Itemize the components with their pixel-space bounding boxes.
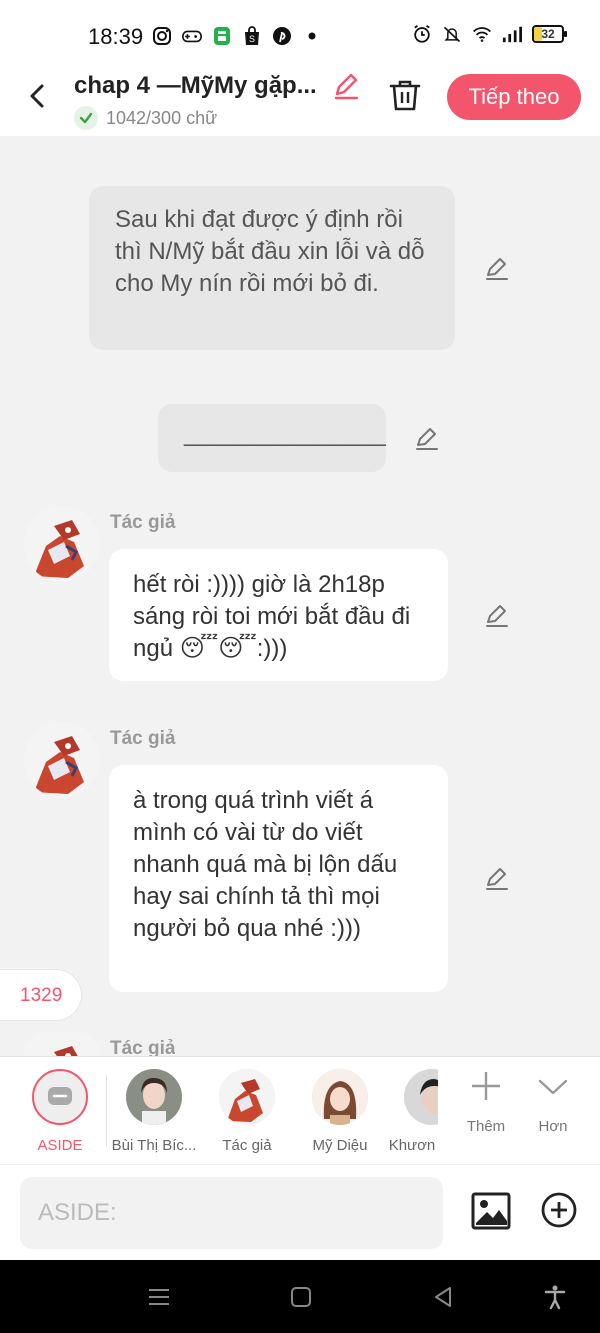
divider — [106, 1075, 107, 1147]
character-label: Bùi Thị Bíc... — [111, 1137, 197, 1154]
delete-button[interactable] — [388, 78, 422, 112]
edit-title-button[interactable] — [332, 72, 360, 100]
author-name: Tác giả — [110, 1038, 176, 1056]
author-avatar[interactable] — [24, 506, 100, 582]
next-button[interactable]: Tiếp theo — [447, 74, 581, 120]
status-bar: 18:39 S 32 — [0, 0, 600, 70]
chat-bubble-icon — [48, 1087, 72, 1105]
character-avatar — [219, 1069, 275, 1125]
aside-avatar — [32, 1069, 88, 1125]
narration-bubble[interactable]: Sau khi đạt được ý định rồi thì N/Mỹ bắt… — [89, 186, 455, 350]
signal-icon — [502, 24, 522, 44]
character-label: ASIDE — [37, 1137, 83, 1154]
character-item[interactable]: Mỹ Diệu — [294, 1057, 386, 1154]
pencil-icon — [486, 258, 508, 280]
plus-icon — [472, 1072, 500, 1100]
pencil-icon — [416, 428, 438, 450]
anime-girl-avatar-icon — [312, 1069, 368, 1125]
image-icon — [471, 1192, 511, 1230]
author-message-text: hết ròi :)))) giờ là 2h18p sáng ròi toi … — [133, 571, 411, 662]
check-icon — [74, 106, 98, 130]
character-avatar — [404, 1069, 438, 1125]
home-square-icon — [291, 1287, 311, 1307]
divider-text: ________________ — [184, 420, 386, 447]
robot-avatar-icon — [24, 506, 100, 582]
chapter-title[interactable]: chap 4 —MỹMy gặp... — [74, 72, 328, 100]
character-avatar — [126, 1069, 182, 1125]
battery-icon: 32 — [532, 25, 567, 43]
character-aside[interactable]: ASIDE — [14, 1057, 106, 1154]
svg-text:S: S — [249, 34, 255, 44]
divider-bubble[interactable]: ________________ — [158, 404, 386, 472]
robot-avatar-icon — [24, 1032, 100, 1056]
menu-icon — [149, 1289, 169, 1305]
editor-header: chap 4 —MỹMy gặp... 1042/300 chữ Tiếp th… — [0, 70, 600, 136]
character-item[interactable]: Khươn — [386, 1057, 438, 1154]
author-avatar[interactable] — [24, 722, 100, 798]
edit-message-button[interactable] — [484, 256, 510, 282]
author-avatar[interactable] — [24, 1032, 100, 1056]
character-bar: ASIDE Bùi Thị Bíc... Tác giả Mỹ Diệu Khư… — [0, 1056, 600, 1164]
man-avatar-icon — [404, 1069, 438, 1125]
message-input[interactable] — [20, 1177, 443, 1249]
back-button[interactable] — [22, 78, 52, 114]
robot-avatar-icon — [24, 722, 100, 798]
notification-dot-icon — [302, 26, 322, 46]
word-count-text: 1042/300 chữ — [106, 107, 218, 128]
message-counter[interactable]: 1329 — [0, 969, 82, 1021]
character-label: Mỹ Diệu — [312, 1137, 368, 1154]
author-message-text: à trong quá trình viết á mình có vài từ … — [133, 787, 398, 942]
system-nav-bar — [0, 1260, 600, 1333]
expand-label: Hơn — [538, 1118, 568, 1135]
input-bar — [0, 1164, 600, 1260]
character-avatar — [312, 1069, 368, 1125]
author-message-bubble[interactable]: à trong quá trình viết á mình có vài từ … — [109, 765, 448, 992]
instagram-icon — [152, 26, 172, 46]
word-count: 1042/300 chữ — [74, 106, 217, 130]
chevron-down-icon — [538, 1079, 568, 1095]
menu-nav-button[interactable] — [146, 1284, 172, 1310]
author-name: Tác giả — [110, 728, 176, 749]
mute-icon — [442, 24, 462, 44]
add-button[interactable] — [540, 1191, 578, 1229]
pinterest-icon — [272, 26, 292, 46]
character-label: Tác giả — [222, 1137, 272, 1154]
character-item[interactable]: Tác giả — [201, 1057, 293, 1154]
status-time: 18:39 — [88, 24, 144, 49]
battery-level: 32 — [541, 27, 555, 41]
app-green-icon — [212, 26, 232, 46]
edit-message-button[interactable] — [414, 426, 440, 452]
trash-icon — [389, 80, 421, 111]
home-nav-button[interactable] — [288, 1284, 314, 1310]
edit-message-button[interactable] — [484, 603, 510, 629]
wifi-icon — [472, 24, 492, 44]
character-label: Khươn — [388, 1137, 436, 1154]
woman-avatar-icon — [126, 1069, 182, 1125]
add-character-label: Thêm — [466, 1118, 506, 1135]
insert-image-button[interactable] — [470, 1191, 512, 1231]
accessibility-button[interactable] — [542, 1284, 568, 1310]
pencil-icon — [486, 868, 508, 890]
narration-text: Sau khi đạt được ý định rồi thì N/Mỹ bắt… — [115, 206, 425, 297]
character-item[interactable]: Bùi Thị Bíc... — [108, 1057, 200, 1154]
back-nav-button[interactable] — [430, 1284, 456, 1310]
robot-avatar-icon — [219, 1069, 275, 1125]
gamepad-icon — [182, 26, 202, 46]
chevron-left-icon — [30, 84, 44, 108]
plus-circle-icon — [541, 1192, 577, 1228]
author-message-bubble[interactable]: hết ròi :)))) giờ là 2h18p sáng ròi toi … — [109, 549, 448, 681]
back-triangle-icon — [435, 1287, 451, 1307]
edit-message-button[interactable] — [484, 866, 510, 892]
alarm-icon — [412, 24, 432, 44]
author-name: Tác giả — [110, 512, 176, 533]
pencil-icon — [334, 73, 359, 100]
expand-button[interactable]: Hơn — [521, 1069, 585, 1135]
accessibility-icon — [544, 1285, 566, 1310]
pencil-icon — [486, 605, 508, 627]
add-character-button[interactable]: Thêm — [454, 1069, 518, 1135]
shopping-bag-icon: S — [242, 26, 262, 46]
